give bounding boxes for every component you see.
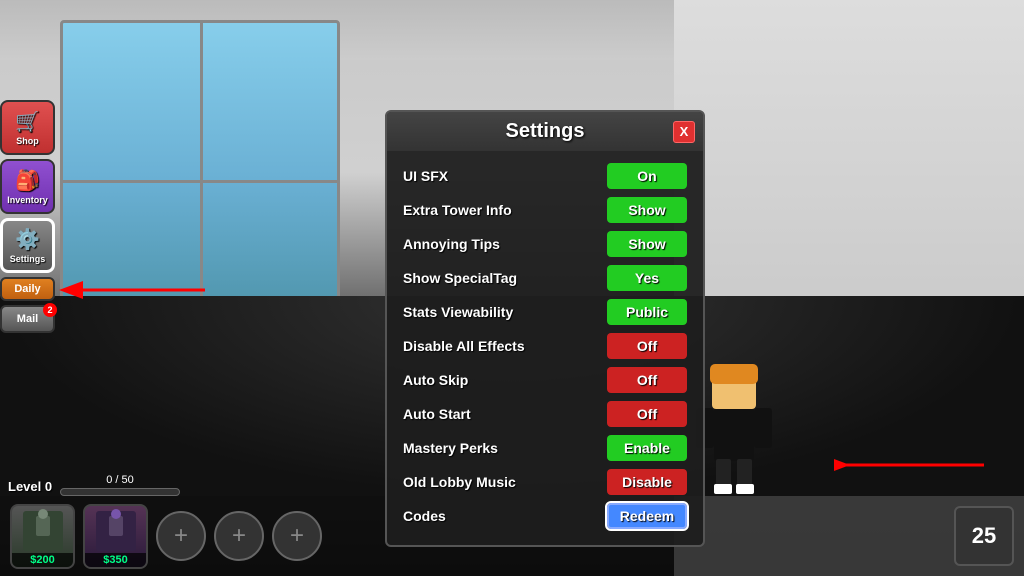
- add-slot-2[interactable]: +: [214, 511, 264, 561]
- settings-rows: UI SFXOnExtra Tower InfoShowAnnoying Tip…: [387, 159, 703, 533]
- add-icon-2: +: [232, 522, 246, 550]
- settings-row-3: Show SpecialTag Yes: [387, 261, 703, 295]
- center-slot: 25: [954, 506, 1014, 566]
- settings-label-9: Old Lobby Music: [403, 474, 516, 490]
- inventory-icon: 🎒: [15, 168, 40, 193]
- redeem-arrow: [834, 440, 994, 490]
- settings-row-4: Stats Viewability Public: [387, 295, 703, 329]
- inventory-label: Inventory: [7, 195, 48, 205]
- settings-value-9[interactable]: Disable: [607, 469, 687, 495]
- add-slot-3[interactable]: +: [272, 511, 322, 561]
- shop-label: Shop: [16, 136, 39, 146]
- settings-label-1: Extra Tower Info: [403, 202, 512, 218]
- settings-row-6: Auto Skip Off: [387, 363, 703, 397]
- tower-slot-1[interactable]: $200: [10, 504, 75, 569]
- settings-label-2: Annoying Tips: [403, 236, 500, 252]
- settings-value-2[interactable]: Show: [607, 231, 687, 257]
- settings-value-3[interactable]: Yes: [607, 265, 687, 291]
- inventory-button[interactable]: 🎒 Inventory: [0, 159, 55, 214]
- settings-label-8: Mastery Perks: [403, 440, 498, 456]
- settings-row-10: Codes Redeem: [387, 499, 703, 533]
- mail-label: Mail: [17, 313, 38, 325]
- level-text: Level 0: [8, 479, 52, 494]
- settings-label-7: Auto Start: [403, 406, 471, 422]
- settings-title: Settings: [506, 120, 585, 143]
- settings-label-10: Codes: [403, 508, 446, 524]
- settings-value-0[interactable]: On: [607, 163, 687, 189]
- settings-value-8[interactable]: Enable: [607, 435, 687, 461]
- settings-row-8: Mastery Perks Enable: [387, 431, 703, 465]
- add-slot-1[interactable]: +: [156, 511, 206, 561]
- settings-value-6[interactable]: Off: [607, 367, 687, 393]
- settings-button[interactable]: ⚙️ Settings: [0, 218, 55, 273]
- settings-value-1[interactable]: Show: [607, 197, 687, 223]
- settings-modal: Settings X UI SFXOnExtra Tower InfoShowA…: [385, 110, 705, 547]
- settings-value-7[interactable]: Off: [607, 401, 687, 427]
- shop-icon: 🛒: [15, 109, 40, 134]
- settings-row-0: UI SFX On: [387, 159, 703, 193]
- mail-button[interactable]: Mail 2: [0, 305, 55, 333]
- settings-label-3: Show SpecialTag: [403, 270, 517, 286]
- settings-row-2: Annoying Tips Show: [387, 227, 703, 261]
- xp-text: 0 / 50: [60, 474, 180, 486]
- add-icon-3: +: [290, 522, 304, 550]
- settings-arrow: [55, 250, 215, 330]
- xp-bar: [60, 488, 180, 496]
- close-button[interactable]: X: [673, 121, 695, 143]
- settings-label-6: Auto Skip: [403, 372, 468, 388]
- daily-button[interactable]: Daily: [0, 277, 55, 301]
- settings-row-1: Extra Tower Info Show: [387, 193, 703, 227]
- settings-row-7: Auto Start Off: [387, 397, 703, 431]
- settings-value-5[interactable]: Off: [607, 333, 687, 359]
- sidebar: 🛒 Shop 🎒 Inventory ⚙️ Settings Daily Mai…: [0, 100, 60, 333]
- settings-row-9: Old Lobby Music Disable: [387, 465, 703, 499]
- settings-value-10[interactable]: Redeem: [607, 503, 687, 529]
- daily-label: Daily: [14, 283, 40, 295]
- xp-bar-container: 0 / 50: [60, 474, 180, 496]
- center-number: 25: [972, 523, 996, 549]
- settings-header: Settings X: [387, 112, 703, 151]
- gear-icon: ⚙️: [15, 227, 40, 252]
- shop-button[interactable]: 🛒 Shop: [0, 100, 55, 155]
- settings-label-0: UI SFX: [403, 168, 448, 184]
- settings-label-4: Stats Viewability: [403, 304, 513, 320]
- settings-label: Settings: [10, 254, 46, 264]
- tower-slot-2[interactable]: $350: [83, 504, 148, 569]
- add-icon-1: +: [174, 522, 188, 550]
- settings-row-5: Disable All Effects Off: [387, 329, 703, 363]
- settings-label-5: Disable All Effects: [403, 338, 525, 354]
- character: [694, 356, 774, 496]
- settings-value-4[interactable]: Public: [607, 299, 687, 325]
